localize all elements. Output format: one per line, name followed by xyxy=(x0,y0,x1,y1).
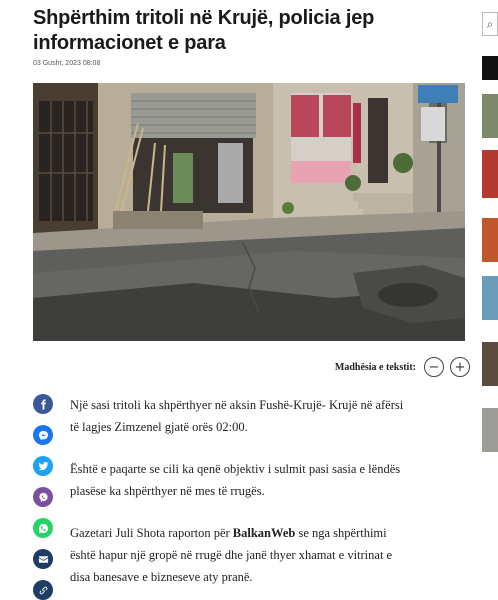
minus-icon: − xyxy=(428,359,440,375)
article-date: 03 Gusht, 2023 08:08 xyxy=(33,60,101,67)
share-facebook-button[interactable] xyxy=(33,394,53,414)
increase-text-size-button[interactable]: + xyxy=(450,357,470,377)
right-sidebar: ⌕ xyxy=(482,0,498,600)
messenger-icon xyxy=(38,430,48,440)
share-email-button[interactable] xyxy=(33,549,53,569)
sidebar-thumbnail[interactable] xyxy=(482,150,498,198)
paragraph-text-segment: Gazetari Juli Shota raporton për xyxy=(70,526,233,540)
share-twitter-button[interactable] xyxy=(33,456,53,476)
share-messenger-button[interactable] xyxy=(33,425,53,445)
sidebar-thumbnail[interactable] xyxy=(482,218,498,262)
article-paragraph: Është e paqarte se cili ka qenë objektiv… xyxy=(70,462,401,498)
twitter-icon xyxy=(37,461,49,470)
sidebar-thumbnail[interactable] xyxy=(482,56,498,80)
article-paragraph: Gazetari Juli Shota raporton për BalkanW… xyxy=(70,522,410,588)
article-body: Një sasi tritoli ka shpërthyer në aksin … xyxy=(70,394,410,600)
search-icon[interactable]: ⌕ xyxy=(482,12,498,36)
article-title: Shpërthim tritoli në Krujë, policia jep … xyxy=(33,7,375,54)
plus-icon: + xyxy=(454,359,466,375)
text-size-label: Madhësia e tekstit: xyxy=(334,361,416,373)
viber-icon xyxy=(38,492,48,502)
decrease-text-size-button[interactable]: − xyxy=(424,357,444,377)
text-size-control: Madhësia e tekstit: − + xyxy=(300,355,470,379)
whatsapp-icon xyxy=(38,523,48,533)
sidebar-thumbnail[interactable] xyxy=(482,94,498,138)
article-hero-image xyxy=(33,83,465,341)
facebook-icon xyxy=(40,398,46,410)
article-paragraph: Një sasi tritoli ka shpërthyer në aksin … xyxy=(70,398,404,434)
share-link-button[interactable] xyxy=(33,580,53,600)
share-viber-button[interactable] xyxy=(33,487,53,507)
sidebar-thumbnail[interactable] xyxy=(482,342,498,386)
email-icon xyxy=(38,555,48,563)
link-icon xyxy=(39,586,47,594)
share-whatsapp-button[interactable] xyxy=(33,518,53,538)
source-name: BalkanWeb xyxy=(232,526,296,540)
sidebar-thumbnail[interactable] xyxy=(482,408,498,452)
sidebar-thumbnail[interactable] xyxy=(482,276,498,320)
